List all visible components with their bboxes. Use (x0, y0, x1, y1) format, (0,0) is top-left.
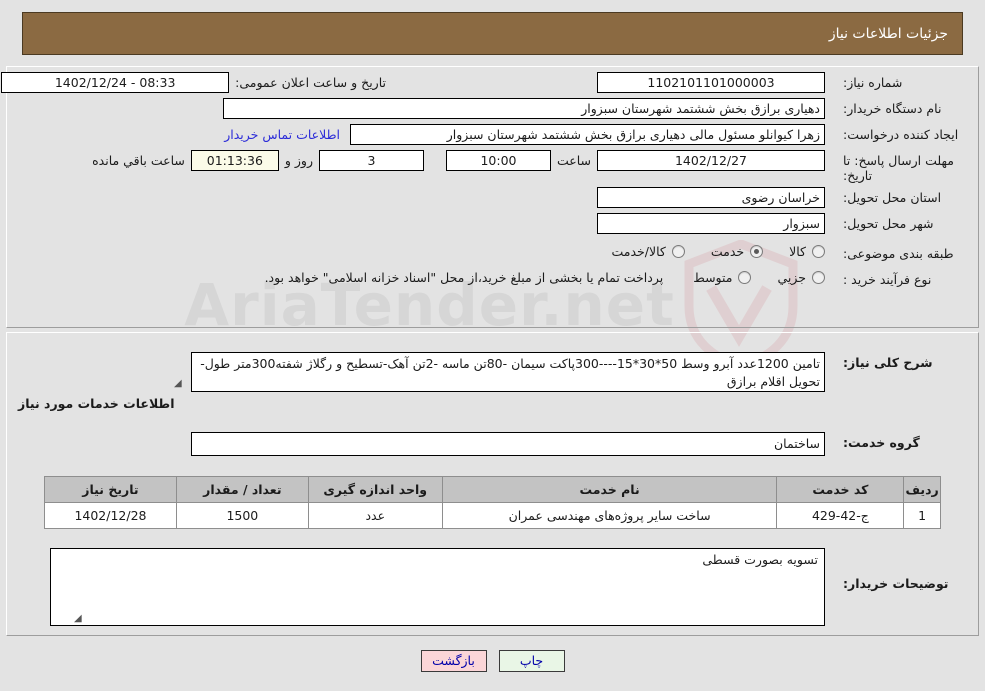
print-button[interactable]: چاپ (498, 650, 565, 672)
col-qty: تعداد / مقدار (175, 476, 309, 503)
deadline-time-value: 10:00 (445, 150, 551, 171)
province-value: خراسان رضوی (597, 187, 825, 208)
radio-option-goods-service[interactable]: کالا/خدمت (611, 244, 685, 259)
process-label: نوع فرآیند خرید : (843, 272, 932, 287)
deadline-label: مهلت ارسال پاسخ: تا تاریخ: (843, 153, 954, 183)
row-delivery-city: شهر محل تحویل: سبزوار (0, 213, 985, 235)
col-date: تاریخ نیاز (44, 476, 177, 503)
need-number-value: 1102101101000003 (597, 72, 825, 93)
city-label: شهر محل تحویل: (843, 216, 934, 231)
province-label: استان محل تحویل: (843, 190, 942, 205)
action-button-bar: چاپ بازگشت (0, 650, 985, 672)
days-word-label: روز و (284, 153, 313, 168)
services-table-wrapper: ردیف کد خدمت نام خدمت واحد اندازه گیری ت… (44, 476, 941, 529)
radio-option-medium[interactable]: متوسط (693, 270, 752, 285)
countdown-timer-value: 01:13:36 (190, 150, 279, 171)
row-service-group: گروه خدمت: ساختمان (0, 432, 985, 456)
cell-date: 1402/12/28 (44, 502, 177, 529)
row-buyer-notes: توضیحات خریدار: تسویه بصورت قسطی (0, 548, 985, 626)
radio-label-goods-service: کالا/خدمت (611, 244, 666, 259)
remaining-days-value: 3 (318, 150, 424, 171)
service-group-label: گروه خدمت: (843, 435, 920, 450)
col-radif: ردیف (903, 476, 941, 503)
process-note-text: پرداخت تمام یا بخشی از مبلغ خرید،از محل … (264, 270, 664, 285)
cell-qty: 1500 (175, 502, 309, 529)
creator-label: ایجاد کننده درخواست: (843, 127, 959, 142)
services-section-title: اطلاعات خدمات مورد نیاز (18, 396, 175, 411)
radio-circle-service-icon (750, 245, 764, 258)
buyer-contact-link[interactable]: اطلاعات تماس خریدار (224, 124, 350, 142)
radio-label-goods: کالا (789, 244, 806, 259)
row-purchase-process: نوع فرآیند خرید : جزیي متوسط پرداخت تمام… (0, 269, 985, 291)
col-name: نام خدمت (441, 476, 778, 503)
row-general-description: شرح کلی نیاز: تامین 1200عدد آبرو وسط 50*… (0, 352, 985, 392)
description-resize-grip-icon[interactable]: ◢ (174, 378, 182, 389)
cell-unit: عدد (307, 502, 443, 529)
page-header-bar: جزئیات اطلاعات نیاز (22, 12, 963, 55)
row-response-deadline: مهلت ارسال پاسخ: تا تاریخ: 1402/12/27 سا… (0, 150, 985, 183)
row-need-number: شماره نیاز: 1102101101000003 تاریخ و ساع… (0, 72, 985, 94)
city-value: سبزوار (597, 213, 825, 234)
public-announce-value: 08:33 - 1402/12/24 (1, 72, 230, 93)
notes-resize-grip-icon[interactable]: ◢ (74, 613, 82, 624)
creator-value: زهرا کیوانلو مسئول مالی دهیاری برازق بخش… (350, 124, 825, 145)
table-row: 1 ج-42-429 ساخت سایر پروژه‌های مهندسی عم… (44, 502, 941, 529)
row-buyer-org: نام دستگاه خریدار: دهیاری برازق بخش ششتم… (0, 98, 985, 120)
radio-option-minor[interactable]: جزیي (777, 270, 825, 285)
buyer-org-value: دهیاری برازق بخش ششتمد شهرستان سبزوار (223, 98, 825, 119)
need-info-form: شماره نیاز: 1102101101000003 تاریخ و ساع… (0, 72, 985, 295)
radio-option-goods[interactable]: کالا (789, 244, 825, 259)
radio-label-service: خدمت (710, 244, 745, 259)
description-label: شرح کلی نیاز: (843, 355, 933, 370)
need-number-label: شماره نیاز: (843, 75, 903, 90)
radio-circle-minor-icon (812, 271, 825, 284)
table-header-row: ردیف کد خدمت نام خدمت واحد اندازه گیری ت… (44, 476, 941, 503)
radio-label-medium: متوسط (693, 270, 733, 285)
deadline-date-value: 1402/12/27 (597, 150, 825, 171)
cell-code: ج-42-429 (776, 502, 905, 529)
radio-circle-goods-service-icon (671, 245, 685, 258)
row-subject-category: طبقه بندی موضوعی: کالا خدمت کالا/خدمت (0, 243, 985, 265)
col-unit: واحد اندازه گیری (307, 476, 443, 503)
row-delivery-province: استان محل تحویل: خراسان رضوی (0, 187, 985, 209)
back-button[interactable]: بازگشت (420, 650, 487, 672)
remaining-word-label: ساعت باقي مانده (92, 153, 185, 168)
category-radio-group: کالا خدمت کالا/خدمت (585, 243, 825, 259)
row-request-creator: ایجاد کننده درخواست: زهرا کیوانلو مسئول … (0, 124, 985, 146)
cell-radif: 1 (903, 502, 941, 529)
radio-circle-medium-icon (738, 271, 752, 284)
cell-name: ساخت سایر پروژه‌های مهندسی عمران (441, 502, 778, 529)
process-radio-group: جزیي متوسط پرداخت تمام یا بخشی از مبلغ خ… (265, 269, 825, 285)
buyer-org-label: نام دستگاه خریدار: (843, 101, 942, 116)
buyer-notes-label: توضیحات خریدار: (843, 576, 949, 591)
page-title: جزئیات اطلاعات نیاز (828, 25, 948, 42)
col-code: کد خدمت (776, 476, 905, 503)
description-textarea[interactable]: تامین 1200عدد آبرو وسط 50*30*15----300پا… (191, 352, 825, 392)
buyer-notes-textarea[interactable]: تسویه بصورت قسطی (50, 548, 825, 626)
service-group-value: ساختمان (191, 432, 825, 456)
radio-option-service[interactable]: خدمت (710, 244, 764, 259)
hour-word-label: ساعت (556, 153, 591, 168)
radio-label-minor: جزیي (777, 270, 806, 285)
services-table: ردیف کد خدمت نام خدمت واحد اندازه گیری ت… (44, 476, 941, 529)
category-label: طبقه بندی موضوعی: (843, 246, 954, 261)
public-announce-label: تاریخ و ساعت اعلان عمومی: (235, 75, 386, 90)
radio-circle-goods-icon (812, 245, 825, 258)
